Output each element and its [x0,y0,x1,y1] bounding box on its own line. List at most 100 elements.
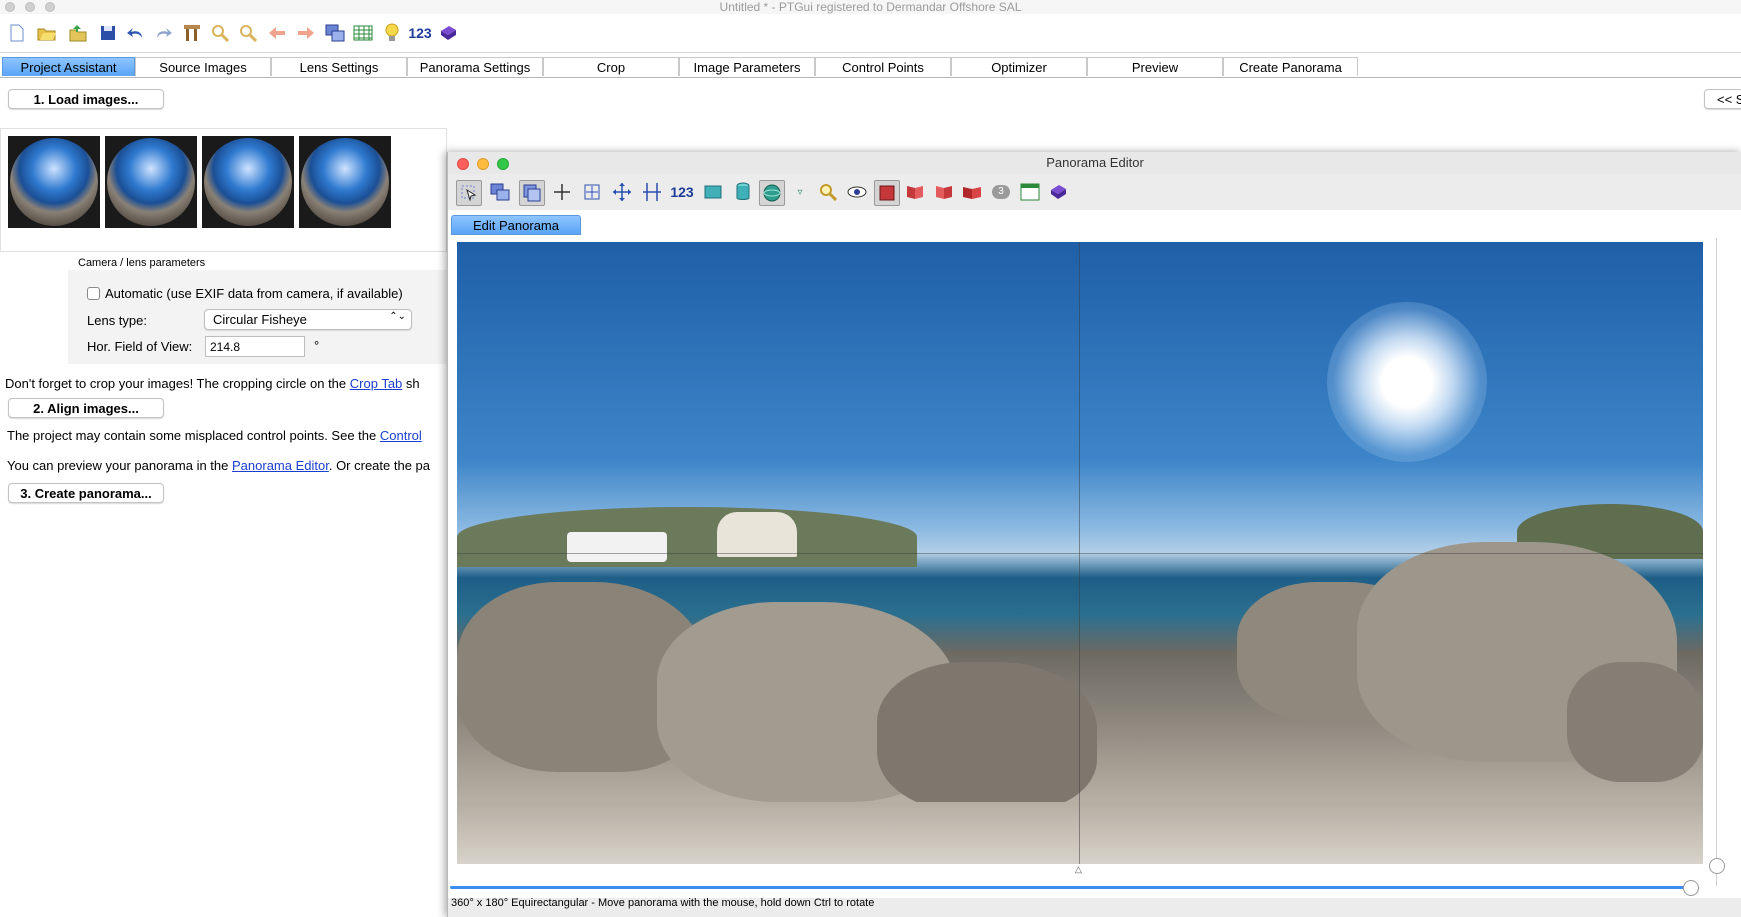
tab-project-assistant[interactable]: Project Assistant [2,57,135,76]
equirectangular-projection-icon[interactable] [759,180,785,206]
projection-dropdown-icon[interactable]: ▿ [788,180,812,204]
main-toolbar: 123 [0,14,1741,53]
pe-close-icon[interactable] [457,158,469,170]
lightbulb-icon[interactable] [381,22,403,44]
exposure-icon[interactable] [874,180,900,206]
panorama-editor-toolbar: 123 ▿ 3 [448,174,1741,210]
tab-image-parameters[interactable]: Image Parameters [679,57,815,76]
camera-section-label: Camera / lens parameters [78,257,206,269]
forward-arrow-icon[interactable] [295,22,317,44]
open-folder-icon[interactable] [36,22,58,44]
auto-exif-label: Automatic (use EXIF data from camera, if… [105,286,403,301]
pe-minimize-icon[interactable] [477,158,489,170]
crop-tab-link[interactable]: Crop Tab [350,376,403,391]
create-panorama-button[interactable]: 3. Create panorama... [8,483,164,503]
chevron-updown-icon: ⌃⌄ [389,311,406,322]
crop-note: Don't forget to crop your images! The cr… [5,376,420,391]
book-red-icon[interactable] [960,180,984,204]
tab-optimizer[interactable]: Optimizer [951,57,1087,76]
panorama-preview[interactable] [457,242,1703,864]
source-image-thumbnail[interactable] [202,136,294,228]
collapse-panel-button[interactable]: << S [1704,89,1741,109]
vertical-slider-handle[interactable] [1709,858,1725,874]
hfov-input[interactable] [205,336,305,357]
foreground-ground [457,802,1703,864]
panorama-editor-window: Panorama Editor 123 ▿ 3 Edit Panorama △ … [447,152,1741,917]
vertical-slider-track[interactable] [1716,238,1717,886]
table-icon[interactable] [352,22,374,44]
help-book-icon[interactable] [437,22,459,44]
panorama-editor-icon[interactable] [324,22,346,44]
numeric-transform-button[interactable]: 123 [405,22,435,44]
tools-icon[interactable] [181,22,203,44]
load-images-button[interactable]: 1. Load images... [8,89,164,109]
save-icon[interactable] [97,22,119,44]
hfov-label: Hor. Field of View: [87,339,193,354]
crosshair-icon[interactable] [550,180,574,204]
rock [877,662,1097,812]
sun-glare [1327,302,1487,462]
help-book-icon[interactable] [1046,180,1070,204]
tab-crop[interactable]: Crop [543,57,679,76]
rectilinear-projection-icon[interactable] [701,180,725,204]
cylindrical-projection-icon[interactable] [731,180,755,204]
control-points-note: The project may contain some misplaced c… [7,428,422,443]
panorama-canvas-area: △ [448,238,1741,898]
align-images-button[interactable]: 2. Align images... [8,398,164,418]
zoom-in-icon[interactable] [209,22,231,44]
center-panorama-icon[interactable] [610,180,634,204]
boat [567,532,667,562]
control-points-note-text: The project may contain some misplaced c… [7,428,380,443]
preview-note-text: You can preview your panorama in the [7,458,232,473]
rock [1567,662,1703,782]
tab-create-panorama[interactable]: Create Panorama [1223,57,1358,76]
auto-exif-checkbox[interactable] [87,287,100,300]
fit-panorama-icon[interactable] [580,180,604,204]
tab-lens-settings[interactable]: Lens Settings [271,57,407,76]
panorama-editor-tabbar [448,210,1741,238]
tab-control-points[interactable]: Control Points [815,57,951,76]
redo-icon[interactable] [153,22,175,44]
move-images-icon[interactable] [488,180,512,204]
zoom-out-icon[interactable] [237,22,259,44]
select-tool-icon[interactable] [456,180,482,206]
source-image-thumbnail[interactable] [8,136,100,228]
undo-icon[interactable] [124,22,146,44]
show-images-icon[interactable] [519,180,545,206]
straighten-icon[interactable] [640,180,664,204]
horizon-guide-line [457,553,1703,554]
blend-alt-icon[interactable] [932,180,956,204]
window-layout-icon[interactable] [1018,180,1042,204]
numeric-transform-button[interactable]: 123 [666,180,698,204]
badge-number: 3 [992,185,1010,199]
new-file-icon[interactable] [6,22,28,44]
tab-panorama-settings[interactable]: Panorama Settings [407,57,543,76]
building [717,512,797,557]
panorama-status-bar: 360° x 180° Equirectangular - Move panor… [451,897,875,909]
control-points-link[interactable]: Control [380,428,422,443]
open-recent-icon[interactable] [67,22,89,44]
back-arrow-icon[interactable] [266,22,288,44]
panorama-editor-link[interactable]: Panorama Editor [232,458,329,473]
title-bar: Untitled * - PTGui registered to Dermand… [0,0,1741,14]
preview-note-suffix: . Or create the pa [328,458,431,473]
tab-edit-panorama[interactable]: Edit Panorama [451,215,581,235]
zoom-icon[interactable] [816,180,840,204]
tab-preview[interactable]: Preview [1087,57,1223,76]
hfov-unit: ° [314,338,320,353]
tab-source-images[interactable]: Source Images [135,57,271,76]
blend-icon[interactable] [903,180,927,204]
crop-note-suffix: sh [402,376,420,391]
image-number-badge[interactable]: 3 [989,180,1013,204]
horizontal-slider-handle[interactable] [1683,880,1699,896]
source-image-thumbnail[interactable] [105,136,197,228]
lens-type-label: Lens type: [87,313,147,328]
horizontal-slider-track[interactable] [450,886,1690,889]
window-title: Untitled * - PTGui registered to Dermand… [719,0,1022,14]
source-image-thumbnail[interactable] [299,136,391,228]
pe-zoom-icon[interactable] [497,158,509,170]
panorama-editor-title: Panorama Editor [448,152,1741,174]
lens-type-select[interactable]: Circular Fisheye ⌃⌄ [204,309,412,330]
hillside-left [457,507,917,567]
eye-icon[interactable] [845,180,869,204]
